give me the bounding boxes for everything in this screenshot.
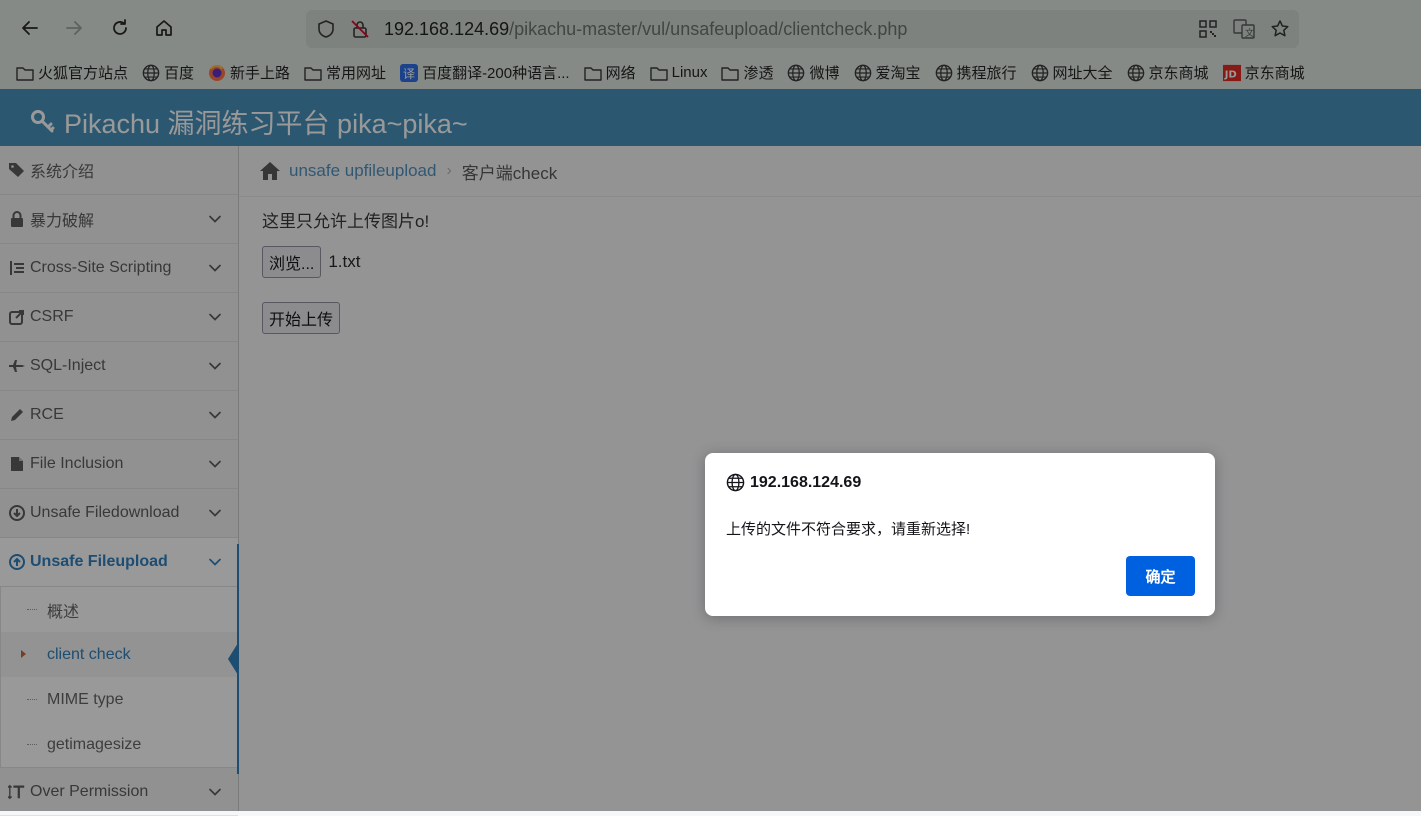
dialog-ok-button[interactable]: 确定 [1126, 556, 1195, 596]
dialog-message: 上传的文件不符合要求，请重新选择! [726, 521, 971, 538]
dialog-header: 192.168.124.69 [726, 473, 861, 492]
globe-icon [726, 473, 745, 492]
alert-dialog: 192.168.124.69 上传的文件不符合要求，请重新选择! 确定 [705, 453, 1215, 616]
dialog-origin: 192.168.124.69 [750, 473, 862, 491]
modal-overlay: 192.168.124.69 上传的文件不符合要求，请重新选择! 确定 [0, 0, 1421, 811]
